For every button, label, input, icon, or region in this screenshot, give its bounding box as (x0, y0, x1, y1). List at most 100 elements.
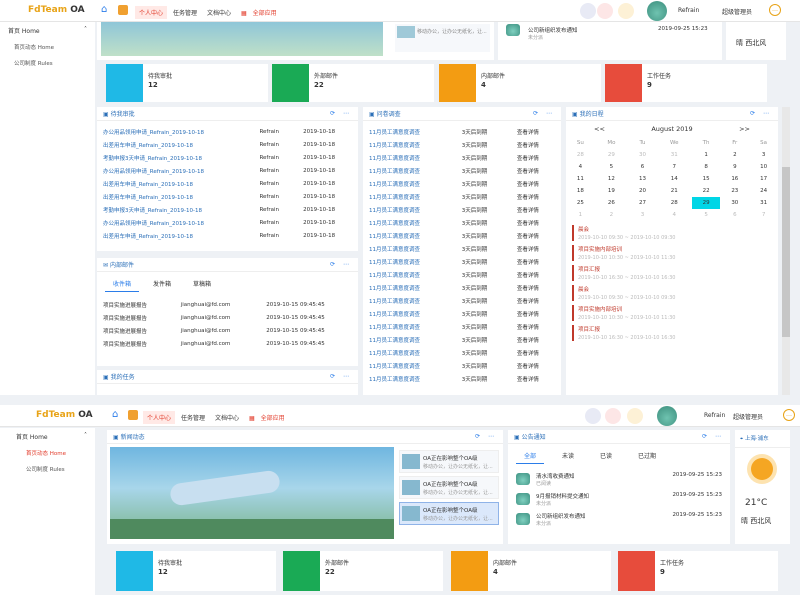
nav-docs[interactable]: 文档中心 (203, 6, 235, 19)
stat-work-tasks[interactable]: 工作任务 9 (618, 551, 778, 591)
sidebar-item-rules[interactable]: 公司制度 Rules (0, 55, 95, 71)
calendar-day[interactable]: 1 (566, 209, 595, 221)
calendar-day[interactable]: 29 (595, 149, 628, 161)
calendar-day[interactable]: 9 (720, 161, 749, 173)
table-row[interactable]: 办公用品领用申请_Refrain_2019-10-18 Refrain 2019-1… (97, 164, 358, 177)
event-item[interactable]: 项目实施内部培训 2019-10-10 10:30 ~ 2019-10-10 11… (572, 305, 772, 321)
survey-name[interactable]: 11月员工满意度调查 (363, 255, 456, 268)
table-row[interactable]: 11月员工满意度调查 3天后到期 查看详情 (363, 333, 561, 346)
calendar-prev-button[interactable]: << (594, 125, 605, 133)
tab-read[interactable]: 已读 (592, 448, 620, 464)
user-name[interactable]: Refrain (678, 7, 699, 14)
notice-title[interactable]: 公司新组织发布通知 (528, 26, 578, 34)
survey-name[interactable]: 11月员工满意度调查 (363, 294, 456, 307)
survey-view-button[interactable]: 查看详情 (511, 255, 561, 268)
table-row[interactable]: 办公用品领用申请_Refrain_2019-10-18 Refrain 2019-1… (97, 125, 358, 138)
survey-view-button[interactable]: 查看详情 (511, 138, 561, 151)
nav-docs[interactable]: 文档中心 (211, 411, 243, 424)
calendar-day[interactable]: 7 (749, 209, 778, 221)
survey-view-button[interactable]: 查看详情 (511, 268, 561, 281)
sidebar-item-rules[interactable]: 公司制度 Rules (0, 461, 95, 477)
stat-work-tasks[interactable]: 工作任务 9 (605, 64, 767, 102)
survey-name[interactable]: 11月员工满意度调查 (363, 216, 456, 229)
table-row[interactable]: 项目实施进展报告 jianghuai@fd.com 2019-10-15 09:45… (97, 311, 358, 324)
calendar-day[interactable]: 12 (595, 173, 628, 185)
calendar-day[interactable]: 7 (657, 161, 692, 173)
calendar-day[interactable]: 26 (595, 197, 628, 209)
calendar-day[interactable]: 3 (628, 209, 657, 221)
survey-name[interactable]: 11月员工满意度调查 (363, 125, 456, 138)
table-row[interactable]: 出差用车申请_Refrain_2019-10-18 Refrain 2019-10-… (97, 138, 358, 151)
calendar-day[interactable]: 18 (566, 185, 595, 197)
calendar-day[interactable]: 29 (691, 197, 721, 209)
survey-name[interactable]: 11月员工满意度调查 (363, 190, 456, 203)
grid-icon[interactable] (118, 5, 128, 15)
refresh-icon[interactable]: ⟳ ⋯ (533, 110, 555, 117)
calendar-icon[interactable] (627, 408, 643, 424)
table-row[interactable]: 出差用车申请_Refrain_2019-10-18 Refrain 2019-10-… (97, 229, 358, 242)
table-row[interactable]: 项目实施进展报告 jianghuai@fd.com 2019-10-15 09:45… (97, 324, 358, 337)
calendar-day[interactable]: 21 (657, 185, 692, 197)
approval-name[interactable]: 办公用品领用申请_Refrain_2019-10-18 (97, 125, 253, 138)
approval-name[interactable]: 出差用车申请_Refrain_2019-10-18 (97, 190, 253, 203)
sidebar-item-home[interactable]: 首页动态 Home (0, 39, 95, 55)
mail-subject[interactable]: 项目实施进展报告 (97, 311, 175, 324)
apps-icon[interactable] (585, 408, 601, 424)
table-row[interactable]: 11月员工满意度调查 3天后到期 查看详情 (363, 268, 561, 281)
stat-external-mail[interactable]: 外部邮件 22 (283, 551, 443, 591)
survey-view-button[interactable]: 查看详情 (511, 242, 561, 255)
news-item[interactable]: OA正在影响整个OA级 移动办公，让办公无纸化，让... (399, 502, 499, 525)
survey-name[interactable]: 11月员工满意度调查 (363, 346, 456, 359)
calendar-day[interactable]: 30 (628, 149, 657, 161)
refresh-icon[interactable]: ⟳ ⋯ (750, 110, 772, 117)
survey-name[interactable]: 11月员工满意度调查 (363, 307, 456, 320)
news-banner-image[interactable] (110, 447, 394, 539)
notice-item[interactable]: 9月报销材料提交通知 未分派 2019-09-25 15:23 (514, 490, 724, 510)
calendar-day[interactable]: 2 (595, 209, 628, 221)
news-banner-image[interactable] (101, 22, 383, 56)
user-name[interactable]: Refrain (704, 412, 725, 419)
event-item[interactable]: 晨会 2019-10-10 09:30 ~ 2019-10-10 09:30 (572, 285, 772, 301)
notice-item[interactable]: 公司新组织发布通知 未分派 2019-09-25 15:23 (514, 510, 724, 530)
calendar-day[interactable]: 16 (720, 173, 749, 185)
approval-name[interactable]: 办公用品领用申请_Refrain_2019-10-18 (97, 164, 253, 177)
scrollbar-thumb[interactable] (782, 167, 790, 337)
calendar-day[interactable]: 15 (692, 173, 721, 185)
refresh-icon[interactable]: ⟳ ⋯ (475, 433, 497, 440)
calendar-day[interactable]: 4 (566, 161, 595, 173)
calendar-next-button[interactable]: >> (739, 125, 750, 133)
refresh-icon[interactable]: ⟳ ⋯ (330, 261, 352, 268)
calendar-day[interactable]: 22 (692, 185, 721, 197)
table-row[interactable]: 11月员工满意度调查 3天后到期 查看详情 (363, 372, 561, 385)
calendar-day[interactable]: 24 (749, 185, 778, 197)
stat-internal-mail[interactable]: 内部邮件 4 (451, 551, 611, 591)
mail-subject[interactable]: 项目实施进展报告 (97, 337, 175, 350)
chat-icon[interactable]: … (769, 4, 781, 16)
tab-inbox[interactable]: 收件箱 (105, 276, 140, 292)
survey-name[interactable]: 11月员工满意度调查 (363, 177, 456, 190)
table-row[interactable]: 11月员工满意度调查 3天后到期 查看详情 (363, 255, 561, 268)
calendar-day[interactable]: 3 (749, 149, 778, 161)
sidebar-group-home[interactable]: 首页 Home ˄ (0, 428, 95, 445)
table-row[interactable]: 11月员工满意度调查 3天后到期 查看详情 (363, 320, 561, 333)
mail-subject[interactable]: 项目实施进展报告 (97, 324, 175, 337)
table-row[interactable]: 办公用品领用申请_Refrain_2019-10-18 Refrain 2019-1… (97, 216, 358, 229)
stat-approvals[interactable]: 待我审批 12 (116, 551, 276, 591)
news-item[interactable]: OA正在影响整个OA级 移动办公，让办公无纸化，让... (399, 450, 499, 473)
calendar-day[interactable]: 5 (692, 209, 721, 221)
calendar-day[interactable]: 31 (657, 149, 692, 161)
table-row[interactable]: 11月员工满意度调查 3天后到期 查看详情 (363, 307, 561, 320)
survey-view-button[interactable]: 查看详情 (511, 281, 561, 294)
refresh-icon[interactable]: ⟳ ⋯ (330, 373, 352, 380)
scrollbar[interactable] (782, 107, 790, 395)
calendar-day[interactable]: 19 (595, 185, 628, 197)
home-icon[interactable]: ⌂ (101, 5, 111, 15)
calendar-day[interactable]: 4 (657, 209, 692, 221)
survey-name[interactable]: 11月员工满意度调查 (363, 281, 456, 294)
survey-view-button[interactable]: 查看详情 (511, 372, 561, 385)
calendar-day[interactable]: 20 (628, 185, 657, 197)
survey-view-button[interactable]: 查看详情 (511, 294, 561, 307)
survey-name[interactable]: 11月员工满意度调查 (363, 203, 456, 216)
calendar-day[interactable]: 28 (657, 197, 692, 209)
table-row[interactable]: 11月员工满意度调查 3天后到期 查看详情 (363, 359, 561, 372)
